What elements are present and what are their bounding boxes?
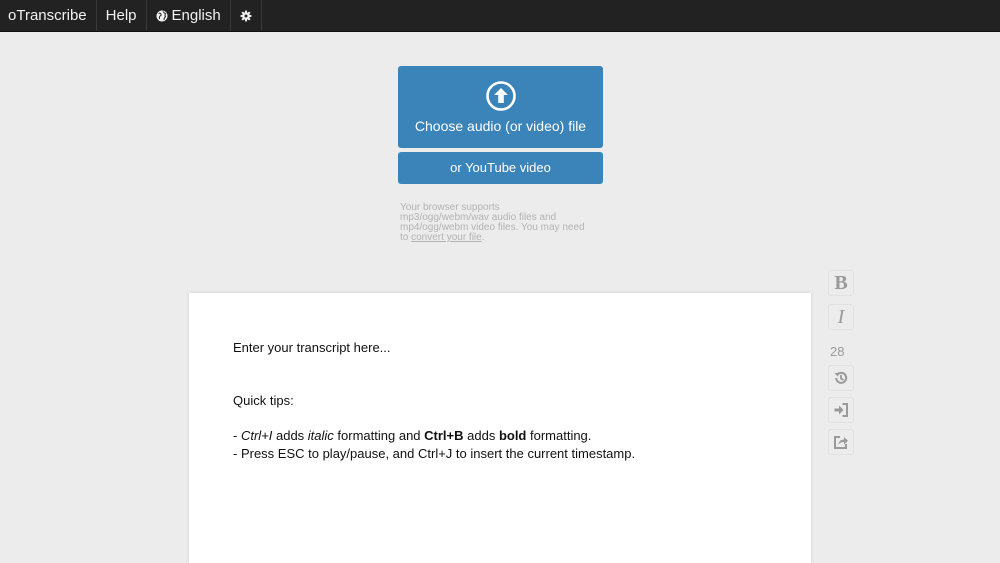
gear-icon bbox=[240, 10, 252, 21]
support-text-end: . bbox=[481, 232, 485, 243]
share-button[interactable] bbox=[828, 429, 854, 455]
ctrl-i-key: Ctrl+I bbox=[240, 428, 273, 443]
convert-file-link[interactable]: convert your file bbox=[411, 232, 482, 243]
top-navbar: oTranscribe Help English bbox=[0, 0, 1000, 32]
language-label: English bbox=[171, 7, 221, 24]
history-button[interactable] bbox=[828, 365, 854, 391]
nav-language[interactable]: English bbox=[147, 0, 231, 31]
choose-file-button[interactable]: Choose audio (or video) file bbox=[398, 66, 603, 148]
italic-word: italic bbox=[307, 428, 334, 443]
bold-word: bold bbox=[498, 428, 527, 443]
bold-button[interactable]: B bbox=[828, 270, 854, 296]
editor-sidebar: B I 28 bbox=[828, 270, 856, 455]
italic-button[interactable]: I bbox=[828, 304, 854, 330]
choose-file-label: Choose audio (or video) file bbox=[414, 118, 587, 134]
support-note: Your browser supports mp3/ogg/webm/wav a… bbox=[400, 203, 585, 243]
speed-readout: 28 bbox=[830, 344, 845, 359]
globe-icon bbox=[156, 10, 167, 21]
nav-settings[interactable] bbox=[231, 0, 262, 31]
sign-in-button[interactable] bbox=[828, 397, 854, 423]
nav-app-name[interactable]: oTranscribe bbox=[0, 0, 97, 31]
youtube-button[interactable]: or YouTube video bbox=[398, 152, 603, 184]
help-label: Help bbox=[105, 7, 137, 24]
bold-label: B bbox=[834, 271, 848, 294]
ctrl-b-key: Ctrl+B bbox=[424, 428, 464, 443]
quick-tips-heading: Quick tips: bbox=[233, 392, 294, 408]
tip-playback: - Press ESC to play/pause, and Ctrl+J to… bbox=[233, 445, 636, 461]
upload-arrow-icon bbox=[485, 81, 516, 111]
italic-label: I bbox=[837, 305, 845, 328]
history-icon bbox=[834, 371, 848, 384]
transcript-editor[interactable]: Enter your transcript here... Quick tips… bbox=[189, 293, 811, 563]
app-name-label: oTranscribe bbox=[8, 7, 87, 24]
nav-help[interactable]: Help bbox=[97, 0, 147, 31]
editor-placeholder-line: Enter your transcript here... bbox=[233, 340, 391, 355]
youtube-button-label: or YouTube video bbox=[450, 160, 551, 175]
sign-in-icon bbox=[834, 403, 848, 417]
tip-formatting: - Ctrl+I adds italic formatting and Ctrl… bbox=[233, 428, 592, 443]
share-icon bbox=[834, 436, 848, 449]
upload-area: Choose audio (or video) file or YouTube … bbox=[398, 66, 603, 243]
